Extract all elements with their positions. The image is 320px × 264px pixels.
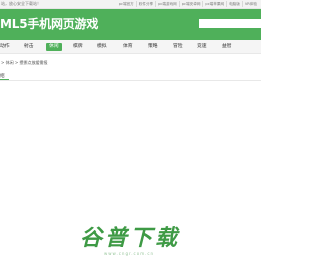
nav-item-puzzle[interactable]: 益智 — [222, 43, 232, 51]
nav-item-action[interactable]: 动作 — [0, 43, 10, 51]
top-link[interactable]: pc端游戏网 — [155, 1, 179, 7]
top-link[interactable]: pc端安卓网 — [178, 1, 203, 7]
nav-item-racing[interactable]: 竞速 — [197, 43, 207, 51]
site-notice: 站，放心安全下载站！ — [1, 1, 41, 6]
top-links: pc端官方 软件分享 pc端游戏网 pc端安卓网 pc端苹果网 电脑版 VR体验 — [117, 1, 259, 7]
section-divider — [0, 80, 261, 81]
site-header: ML5手机网页游戏 — [0, 9, 261, 40]
top-link[interactable]: VR体验 — [241, 1, 259, 7]
nav-item-casual[interactable]: 休闲 — [46, 43, 62, 51]
nav-item-strategy[interactable]: 策略 — [148, 43, 158, 51]
nav-item-shooting[interactable]: 射击 — [24, 43, 34, 51]
category-nav: 动作 射击 休闲 棋牌 模拟 体育 策略 冒险 竞速 益智 — [0, 40, 261, 54]
nav-item-board[interactable]: 棋牌 — [73, 43, 83, 51]
top-link[interactable]: pc端官方 — [117, 1, 136, 7]
breadcrumb[interactable]: > 休闲 > 攒挪点放缓需报 — [1, 60, 48, 66]
top-link[interactable]: pc端苹果网 — [202, 1, 226, 7]
top-link[interactable]: 软件分享 — [135, 1, 155, 7]
watermark-logo: 谷普下载 — [80, 226, 181, 251]
top-link[interactable]: 电脑版 — [226, 1, 242, 7]
watermark-url: www.cngr.com.cn — [104, 251, 155, 256]
nav-item-sports[interactable]: 体育 — [123, 43, 133, 51]
nav-item-simulation[interactable]: 模拟 — [97, 43, 107, 51]
site-logo[interactable]: ML5手机网页游戏 — [0, 16, 98, 32]
nav-item-adventure[interactable]: 冒险 — [173, 43, 183, 51]
search-input[interactable] — [199, 19, 261, 28]
top-bar: 站，放心安全下载站！ pc端官方 软件分享 pc端游戏网 pc端安卓网 pc端苹… — [0, 0, 261, 9]
